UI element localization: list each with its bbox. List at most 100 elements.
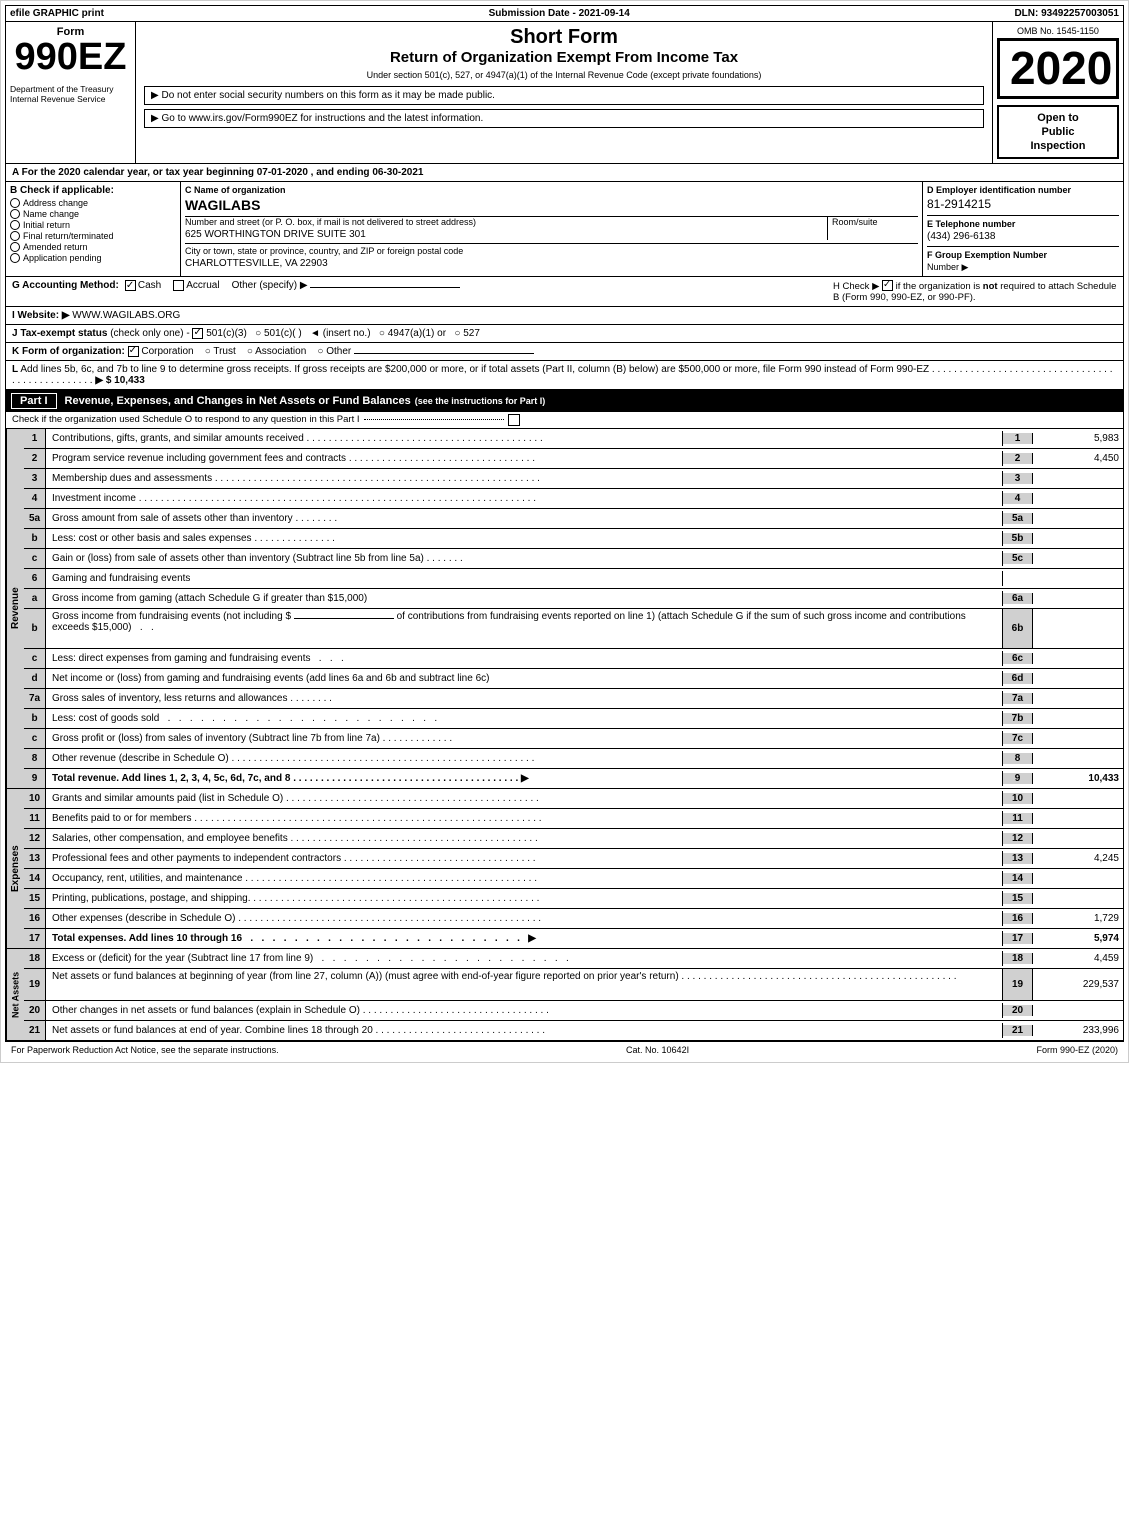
check-application-pending: Application pending bbox=[10, 253, 176, 263]
line8-desc: Other revenue (describe in Schedule O) .… bbox=[46, 751, 1003, 766]
line15-num: 15 bbox=[24, 889, 46, 908]
line17-ref: 17 bbox=[1003, 933, 1033, 944]
line12-num: 12 bbox=[24, 829, 46, 848]
paperwork-notice: For Paperwork Reduction Act Notice, see … bbox=[11, 1045, 279, 1055]
radio-name-change[interactable] bbox=[10, 209, 20, 219]
line9-num: 9 bbox=[24, 769, 46, 788]
line1-ref: 1 bbox=[1003, 433, 1033, 444]
line19-amount: 229,537 bbox=[1033, 969, 1123, 1000]
line14-desc: Occupancy, rent, utilities, and maintena… bbox=[46, 871, 1003, 886]
line4-ref: 4 bbox=[1003, 493, 1033, 504]
line2-desc: Program service revenue including govern… bbox=[46, 451, 1003, 466]
line1-num: 1 bbox=[24, 429, 46, 448]
org-name: WAGILABS bbox=[185, 197, 918, 213]
line16-desc: Other expenses (describe in Schedule O) … bbox=[46, 911, 1003, 926]
irs-link-note: ▶ Go to www.irs.gov/Form990EZ for instru… bbox=[144, 109, 984, 128]
line6-num: 6 bbox=[24, 569, 46, 588]
return-title: Return of Organization Exempt From Incom… bbox=[144, 49, 984, 66]
line16-amount: 1,729 bbox=[1033, 911, 1123, 926]
initial-return-label: Initial return bbox=[23, 220, 70, 230]
section-k-label: K Form of organization: bbox=[12, 346, 125, 357]
address-change-label: Address change bbox=[23, 198, 88, 208]
check-initial-return: Initial return bbox=[10, 220, 176, 230]
section-i-label: I Website: ▶ bbox=[12, 310, 70, 321]
line5c-amount bbox=[1033, 556, 1123, 560]
f-arrow: ▶ bbox=[962, 262, 969, 272]
radio-application-pending[interactable] bbox=[10, 253, 20, 263]
radio-final-return[interactable] bbox=[10, 231, 20, 241]
tax-year-row: A For the 2020 calendar year, or tax yea… bbox=[12, 167, 423, 178]
line4-desc: Investment income . . . . . . . . . . . … bbox=[46, 491, 1003, 506]
line2-amount: 4,450 bbox=[1033, 451, 1123, 466]
final-return-label: Final return/terminated bbox=[23, 231, 114, 241]
line7a-num: 7a bbox=[24, 689, 46, 708]
line6d-ref: 6d bbox=[1003, 673, 1033, 684]
line7b-num: b bbox=[24, 709, 46, 728]
section-d-label: D Employer identification number bbox=[927, 185, 1119, 195]
city-label: City or town, state or province, country… bbox=[185, 246, 918, 256]
line7b-ref: 7b bbox=[1003, 713, 1033, 724]
section-f-label: F Group Exemption Number bbox=[927, 250, 1119, 260]
radio-address-change[interactable] bbox=[10, 198, 20, 208]
section-h-text: H Check ▶ ✓ if the organization is not r… bbox=[833, 281, 1116, 303]
line10-num: 10 bbox=[24, 789, 46, 808]
line5a-ref: 5a bbox=[1003, 513, 1033, 524]
short-form-title: Short Form bbox=[144, 26, 984, 49]
line8-num: 8 bbox=[24, 749, 46, 768]
line6b-num: b bbox=[24, 609, 46, 648]
line6a-num: a bbox=[24, 589, 46, 608]
line7a-desc: Gross sales of inventory, less returns a… bbox=[46, 691, 1003, 706]
line9-ref: 9 bbox=[1003, 773, 1033, 784]
check-amended-return: Amended return bbox=[10, 242, 176, 252]
open-to-public: Open toPublicInspection bbox=[1005, 111, 1111, 154]
line1-desc: Contributions, gifts, grants, and simila… bbox=[46, 431, 1003, 446]
line6d-num: d bbox=[24, 669, 46, 688]
expenses-side-label: Expenses bbox=[6, 789, 24, 948]
line5b-desc: Less: cost or other basis and sales expe… bbox=[46, 531, 1003, 546]
line3-num: 3 bbox=[24, 469, 46, 488]
radio-amended-return[interactable] bbox=[10, 242, 20, 252]
line7b-desc: Less: cost of goods sold . . . . . . . .… bbox=[46, 711, 1003, 726]
part1-title: Revenue, Expenses, and Changes in Net As… bbox=[65, 395, 411, 407]
omb-number: OMB No. 1545-1150 bbox=[1017, 26, 1099, 36]
submission-date: Submission Date - 2021-09-14 bbox=[489, 8, 630, 19]
part1-subtitle: (see the instructions for Part I) bbox=[415, 396, 546, 406]
accrual-option[interactable]: Accrual bbox=[173, 280, 219, 291]
line21-num: 21 bbox=[24, 1021, 46, 1040]
form-number: 990EZ bbox=[10, 38, 131, 76]
line20-num: 20 bbox=[24, 1001, 46, 1020]
line13-desc: Professional fees and other payments to … bbox=[46, 851, 1003, 866]
line17-desc: Total expenses. Add lines 10 through 16 … bbox=[46, 931, 1003, 946]
line5b-amount bbox=[1033, 536, 1123, 540]
line5c-desc: Gain or (loss) from sale of assets other… bbox=[46, 551, 1003, 566]
section-l-amount: ▶ $ 10,433 bbox=[95, 375, 144, 386]
line18-num: 18 bbox=[24, 949, 46, 968]
line5c-num: c bbox=[24, 549, 46, 568]
line1-amount: 5,983 bbox=[1033, 431, 1123, 446]
netassets-side-label: Net Assets bbox=[6, 949, 24, 1040]
section-c-label: C Name of organization bbox=[185, 185, 918, 195]
line16-ref: 16 bbox=[1003, 913, 1033, 924]
street-label: Number and street (or P. O. box, if mail… bbox=[185, 217, 823, 227]
line7c-num: c bbox=[24, 729, 46, 748]
line3-ref: 3 bbox=[1003, 473, 1033, 484]
section-l-label: L bbox=[12, 364, 18, 375]
line4-amount bbox=[1033, 496, 1123, 500]
check-name-change: Name change bbox=[10, 209, 176, 219]
line6c-ref: 6c bbox=[1003, 653, 1033, 664]
cash-option[interactable]: ✓ Cash bbox=[125, 280, 161, 291]
part1-check-box[interactable] bbox=[508, 414, 520, 426]
line17-amount: 5,974 bbox=[1033, 931, 1123, 946]
line6-desc: Gaming and fundraising events bbox=[46, 571, 1003, 586]
radio-initial-return[interactable] bbox=[10, 220, 20, 230]
form-footer: Form 990-EZ (2020) bbox=[1036, 1045, 1118, 1055]
line5a-amount bbox=[1033, 516, 1123, 520]
line16-num: 16 bbox=[24, 909, 46, 928]
check-final-return: Final return/terminated bbox=[10, 231, 176, 241]
line18-amount: 4,459 bbox=[1033, 951, 1123, 966]
line7a-ref: 7a bbox=[1003, 693, 1033, 704]
accrual-label: Accrual bbox=[186, 280, 219, 291]
under-section-note: Under section 501(c), 527, or 4947(a)(1)… bbox=[144, 70, 984, 80]
line5b-num: b bbox=[24, 529, 46, 548]
line19-num: 19 bbox=[24, 969, 46, 1000]
